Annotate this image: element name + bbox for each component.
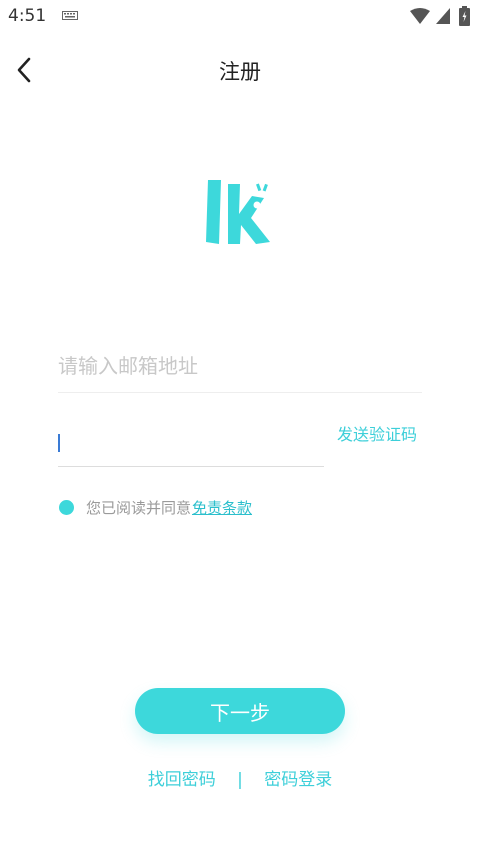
footer-links: 找回密码 | 密码登录 bbox=[0, 765, 480, 790]
status-bar: 4:51 bbox=[0, 0, 480, 34]
keyboard-icon bbox=[62, 11, 78, 20]
signal-icon bbox=[436, 8, 450, 24]
next-button[interactable]: 下一步 bbox=[135, 688, 345, 734]
link-divider: | bbox=[237, 770, 243, 790]
email-input[interactable] bbox=[58, 340, 422, 393]
password-login-link[interactable]: 密码登录 bbox=[264, 765, 332, 790]
agree-text: 您已阅读并同意 bbox=[86, 499, 192, 517]
forgot-password-link[interactable]: 找回密码 bbox=[148, 765, 216, 790]
wifi-icon bbox=[410, 8, 430, 24]
battery-icon bbox=[459, 6, 470, 26]
verification-code-input[interactable] bbox=[58, 418, 324, 467]
page-title: 注册 bbox=[219, 60, 261, 84]
app-logo-icon bbox=[206, 180, 270, 244]
agree-radio[interactable] bbox=[59, 500, 74, 515]
status-time: 4:51 bbox=[8, 6, 47, 26]
terms-link[interactable]: 免责条款 bbox=[192, 497, 252, 518]
send-code-button[interactable]: 发送验证码 bbox=[337, 421, 417, 445]
text-cursor bbox=[58, 434, 60, 452]
